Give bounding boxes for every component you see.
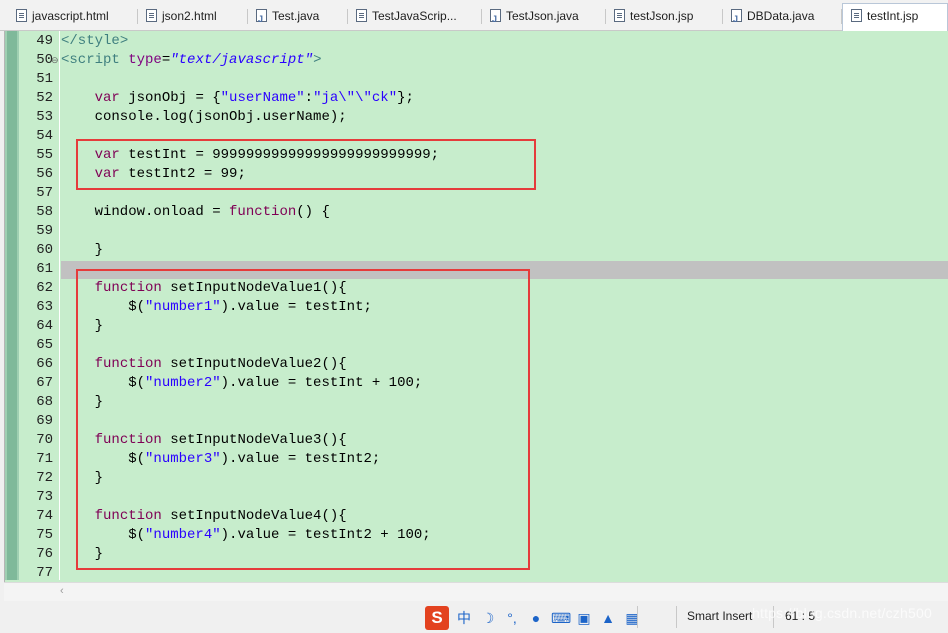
tab-dbdata-java[interactable]: DBData.java (723, 4, 842, 29)
line-number: 52 (36, 90, 53, 106)
line-number: 55 (36, 147, 53, 163)
java-file-icon (731, 7, 742, 29)
line-number: 65 (36, 337, 53, 353)
file-icon (614, 9, 625, 22)
keyboard-icon[interactable]: ⌨ (551, 610, 571, 627)
line-number: 68 (36, 394, 53, 410)
line-number: 59 (36, 223, 53, 239)
line-number: 60 (36, 242, 53, 258)
line-number: 75 (36, 527, 53, 543)
tab-testint-jsp[interactable]: testInt.jsp (842, 3, 948, 31)
code-line[interactable]: </style> (61, 32, 128, 51)
line-number: 69 (36, 413, 53, 429)
code-line[interactable]: <script type="text/javascript"> (61, 51, 321, 70)
moon-icon[interactable]: ☽ (479, 610, 497, 627)
java-file-icon (256, 7, 267, 29)
tab-testjson-java[interactable]: TestJson.java (482, 4, 606, 29)
tab-label: javascript.html (32, 9, 109, 23)
tab-label: testJson.jsp (630, 9, 694, 23)
line-number: 64 (36, 318, 53, 334)
scroll-left-icon[interactable]: ‹ (60, 583, 64, 600)
shirt-icon[interactable]: ▲ (599, 610, 617, 626)
fold-toggle-icon[interactable]: ⊖ (51, 51, 59, 70)
line-number: 67 (36, 375, 53, 391)
line-number: 76 (36, 546, 53, 562)
status-bar: S 中 ☽ °, ● ⌨ ▣ ▲ ▦ Smart Insert 61 : 5 h… (0, 601, 948, 633)
code-line[interactable]: console.log(jsonObj.userName); (61, 108, 347, 127)
java-file-icon (490, 7, 501, 29)
status-divider (637, 606, 638, 628)
line-number: 56 (36, 166, 53, 182)
line-number: 58 (36, 204, 53, 220)
line-number: 77 (36, 565, 53, 581)
file-icon (851, 9, 862, 22)
highlight-box-functions (76, 269, 530, 570)
tab-json2-html[interactable]: json2.html (138, 4, 248, 29)
code-editor[interactable]: 49 </style> 50 ⊖ <script type="text/javascri… (4, 31, 948, 582)
file-icon (16, 9, 27, 22)
watermark-text: https://blog.csdn.net/czh500 (752, 605, 932, 621)
overview-ruler (5, 31, 19, 580)
line-number: 73 (36, 489, 53, 505)
line-number: 63 (36, 299, 53, 315)
line-number: 74 (36, 508, 53, 524)
highlight-box-variables (76, 139, 536, 190)
line-number: 53 (36, 109, 53, 125)
punctuation-icon[interactable]: °, (503, 610, 521, 626)
tab-javascript-html[interactable]: javascript.html (8, 4, 138, 29)
tab-test-java[interactable]: Test.java (248, 4, 348, 29)
grid-icon[interactable]: ▦ (623, 610, 641, 627)
insert-mode-label: Smart Insert (687, 609, 753, 623)
code-line[interactable]: var jsonObj = {"userName":"ja\"\"ck"}; (61, 89, 414, 108)
file-icon (146, 9, 157, 22)
line-number: 71 (36, 451, 53, 467)
change-marker (7, 31, 17, 580)
editor-tab-bar: javascript.html json2.html Test.java TestJa… (0, 0, 948, 31)
tab-label: testInt.jsp (867, 9, 919, 23)
tab-testjson-jsp[interactable]: testJson.jsp (606, 4, 723, 29)
line-number: 62 (36, 280, 53, 296)
code-line[interactable]: } (61, 241, 103, 260)
line-number: 54 (36, 128, 53, 144)
line-number: 61 (36, 261, 53, 277)
line-number: 49 (36, 33, 53, 49)
line-number: 51 (36, 71, 53, 87)
line-number: 57 (36, 185, 53, 201)
toolbox-icon[interactable]: ▣ (575, 610, 593, 627)
tab-label: TestJson.java (506, 9, 579, 23)
microphone-icon[interactable]: ● (527, 610, 545, 626)
ime-toolbar: S 中 ☽ °, ● ⌨ ▣ ▲ ▦ (425, 606, 641, 630)
tab-label: Test.java (272, 9, 320, 23)
tab-label: json2.html (162, 9, 217, 23)
sogou-ime-icon[interactable]: S (425, 606, 449, 630)
file-icon (356, 9, 367, 22)
horizontal-scrollbar[interactable]: ‹ (4, 582, 948, 601)
line-number: 70 (36, 432, 53, 448)
status-divider (676, 606, 677, 628)
tab-testjavascrip[interactable]: TestJavaScrip... (348, 4, 482, 29)
line-number: 50 (36, 52, 53, 68)
tab-label: TestJavaScrip... (372, 9, 457, 23)
gutter-divider (59, 31, 60, 580)
code-line[interactable]: window.onload = function() { (61, 203, 330, 222)
tab-label: DBData.java (747, 9, 815, 23)
line-number: 66 (36, 356, 53, 372)
line-number: 72 (36, 470, 53, 486)
ime-mode-indicator[interactable]: 中 (455, 608, 473, 628)
